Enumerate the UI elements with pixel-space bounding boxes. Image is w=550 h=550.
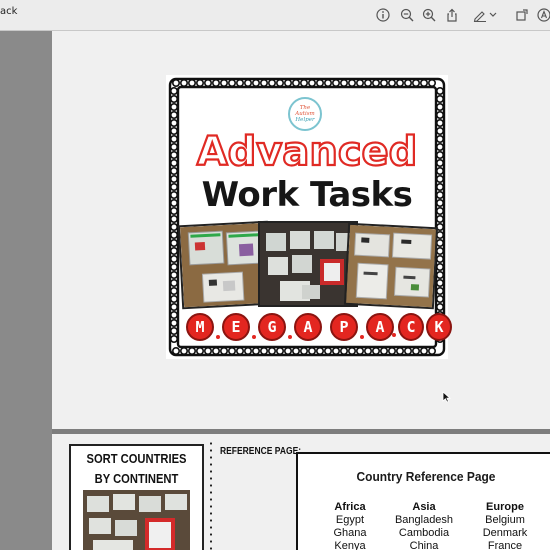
country-item: Belgium	[485, 514, 525, 526]
mega-dot	[216, 335, 220, 339]
sort-task-card: SORT COUNTRIES BY CONTINENT	[69, 444, 204, 550]
pdf-page-1: The Autism Helper Advanced Work Tasks M …	[52, 31, 550, 429]
country-item: Ghana	[333, 527, 367, 539]
sort-title-line1: SORT COUNTRIES	[86, 451, 187, 466]
mega-letter: A	[366, 313, 394, 341]
mega-letter: M	[186, 313, 214, 341]
cover-artwork: The Autism Helper Advanced Work Tasks M …	[166, 75, 452, 359]
mega-dot	[360, 335, 364, 339]
mega-letter: K	[426, 313, 452, 341]
autism-helper-logo: The Autism Helper	[288, 97, 322, 131]
zoom-out-icon[interactable]	[397, 5, 417, 25]
pdf-page-2: SORT COUNTRIES BY CONTINENT REFERENCE PA…	[52, 434, 550, 550]
column-heading: Europe	[486, 501, 524, 513]
share-icon[interactable]	[442, 5, 462, 25]
document-title: ack	[0, 6, 18, 17]
country-item: France	[487, 540, 523, 550]
mega-dot	[288, 335, 292, 339]
country-item: Bangladesh	[394, 514, 454, 526]
reference-column-africa: Africa Egypt Ghana Kenya	[310, 501, 390, 550]
mega-letter: E	[222, 313, 250, 341]
cover-title-advanced: Advanced	[196, 128, 419, 176]
mega-dot	[252, 335, 256, 339]
mega-letter: A	[294, 313, 322, 341]
reference-column-asia: Asia Bangladesh Cambodia China	[384, 501, 464, 550]
mega-letter: G	[258, 313, 286, 341]
mega-pack-banner: M E G A P A C K	[186, 313, 452, 341]
markup-toolbar-icon[interactable]	[534, 5, 550, 25]
sort-task-photo	[83, 490, 190, 550]
info-icon[interactable]	[373, 5, 393, 25]
chevron-down-icon[interactable]	[488, 5, 498, 25]
reference-title: Country Reference Page	[356, 469, 496, 484]
mega-letter: P	[330, 313, 358, 341]
country-item: Denmark	[482, 527, 528, 539]
cover-photo-right	[343, 222, 439, 310]
mouse-cursor-icon	[442, 391, 451, 403]
country-reference-card: Country Reference Page Africa Egypt Ghan…	[296, 452, 550, 550]
country-item: Kenya	[334, 540, 366, 550]
mega-dot	[392, 333, 396, 337]
column-heading: Asia	[412, 501, 436, 513]
pdf-viewer-toolbar: ack	[0, 0, 550, 31]
dotted-divider	[210, 440, 212, 550]
column-heading: Africa	[334, 501, 366, 513]
rotate-icon[interactable]	[512, 5, 532, 25]
country-item: Cambodia	[398, 527, 450, 539]
country-item: China	[409, 540, 439, 550]
cover-title-work-tasks: Work Tasks	[201, 175, 413, 215]
markup-pen-icon[interactable]	[470, 5, 490, 25]
cover-photo-center	[258, 221, 358, 307]
reference-page-label: REFERENCE PAGE:	[220, 446, 302, 457]
country-item: Egypt	[335, 514, 365, 526]
sort-title-line2: BY CONTINENT	[94, 471, 179, 486]
zoom-in-icon[interactable]	[419, 5, 439, 25]
reference-column-europe: Europe Belgium Denmark France	[465, 501, 545, 550]
mega-letter: C	[398, 313, 424, 341]
